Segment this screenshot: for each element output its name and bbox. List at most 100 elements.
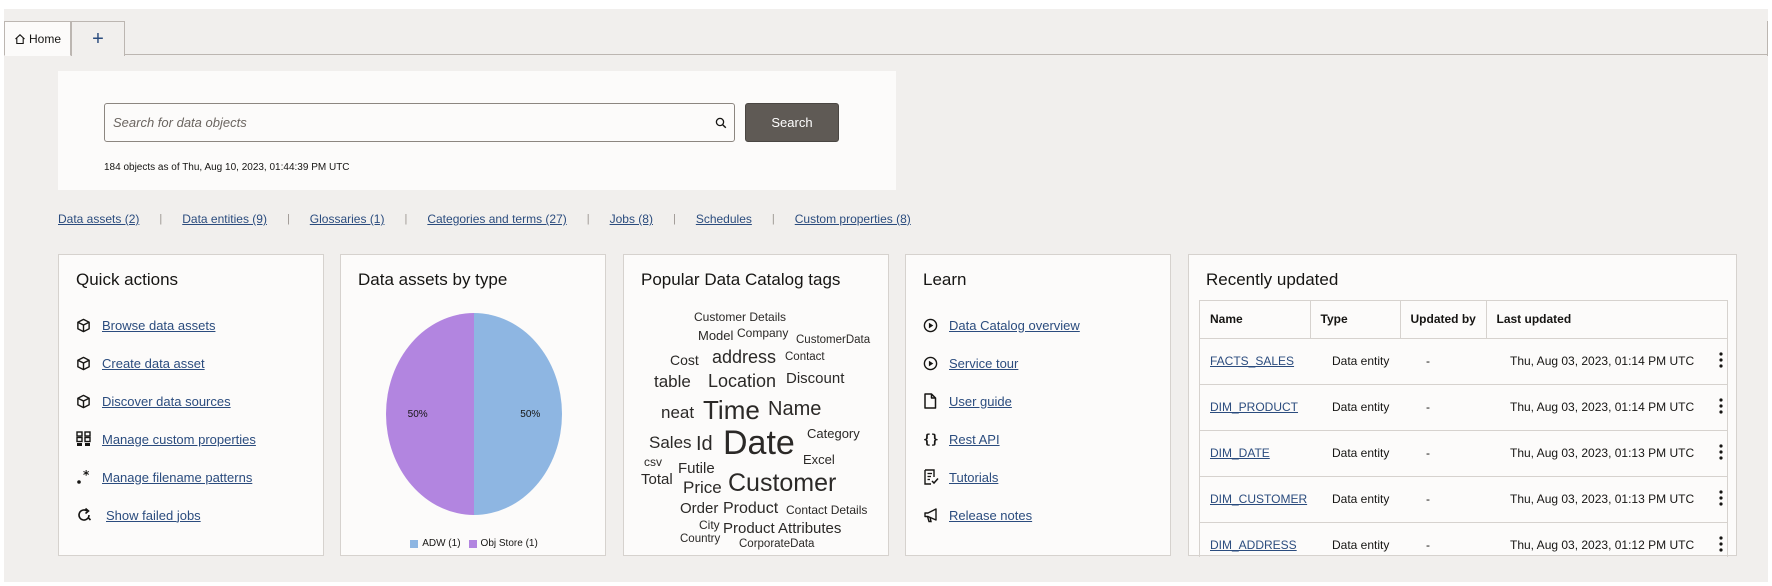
learn-item-rest-api[interactable]: {} Rest API (923, 420, 1080, 458)
more-options-icon[interactable] (1719, 351, 1723, 371)
tag[interactable]: Price (683, 479, 722, 496)
tab-home-label: Home (28, 31, 61, 46)
learn-item-service-tour[interactable]: Service tour (923, 344, 1080, 382)
table-row: DIM_CUSTOMER Data entity - Thu, Aug 03, … (1200, 476, 1727, 523)
tag[interactable]: Cost (670, 353, 699, 367)
entity-link[interactable]: DIM_ADDRESS (1210, 538, 1297, 552)
entity-link[interactable]: FACTS_SALES (1210, 354, 1294, 368)
data-catalog-overview-link[interactable]: Data Catalog overview (949, 318, 1080, 333)
quick-actions-card: Quick actions Browse data assets Create … (58, 254, 324, 556)
search-input[interactable] (105, 115, 708, 130)
tag[interactable]: Excel (803, 453, 835, 466)
link-separator: | (159, 213, 163, 225)
learn-item-tutorials[interactable]: Tutorials (923, 458, 1080, 496)
link-categories-and-terms[interactable]: Categories and terms (27) (427, 212, 566, 226)
tag[interactable]: Order (680, 501, 718, 516)
tutorials-link[interactable]: Tutorials (949, 470, 998, 485)
tag[interactable]: Id (696, 434, 713, 454)
manage-filename-patterns-link[interactable]: Manage filename patterns (102, 470, 252, 485)
column-header-updated-by[interactable]: Updated by (1400, 301, 1487, 339)
entity-link[interactable]: DIM_PRODUCT (1210, 400, 1298, 414)
legend-label-obj-store: Obj Store (1) (480, 538, 538, 549)
tag[interactable]: Date (723, 426, 795, 460)
release-notes-link[interactable]: Release notes (949, 508, 1032, 523)
more-options-icon[interactable] (1719, 443, 1723, 463)
link-glossaries[interactable]: Glossaries (1) (310, 212, 385, 226)
tag[interactable]: CorporateData (739, 538, 814, 551)
column-header-last-updated[interactable]: Last updated (1486, 301, 1727, 339)
more-options-icon[interactable] (1719, 397, 1723, 417)
entity-link[interactable]: DIM_CUSTOMER (1210, 492, 1307, 506)
action-create-data-asset[interactable]: Create data asset (76, 344, 256, 382)
tag[interactable]: Location (708, 372, 776, 390)
tag[interactable]: Contact (785, 351, 825, 364)
tab-home[interactable]: Home (4, 21, 71, 56)
legend-item-obj-store[interactable]: Obj Store (1) (468, 538, 538, 549)
link-data-entities[interactable]: Data entities (9) (182, 212, 267, 226)
column-header-name[interactable]: Name (1200, 301, 1311, 339)
tag[interactable]: neat (661, 404, 694, 421)
service-tour-link[interactable]: Service tour (949, 356, 1018, 371)
action-manage-custom-properties[interactable]: Manage custom properties (76, 420, 256, 458)
link-jobs[interactable]: Jobs (8) (610, 212, 653, 226)
action-manage-filename-patterns[interactable]: * Manage filename patterns (76, 458, 256, 496)
pie-slice-1[interactable] (386, 313, 474, 515)
tag[interactable]: Product (723, 501, 778, 517)
search-button[interactable]: Search (745, 103, 839, 142)
assets-by-type-title: Data assets by type (358, 270, 508, 289)
learn-item-release-notes[interactable]: Release notes (923, 496, 1080, 534)
tag[interactable]: Sales (649, 434, 692, 451)
tag[interactable]: Country (680, 533, 720, 546)
manage-custom-properties-link[interactable]: Manage custom properties (102, 432, 256, 447)
action-show-failed-jobs[interactable]: Show failed jobs (76, 496, 256, 534)
discover-data-sources-link[interactable]: Discover data sources (102, 394, 231, 409)
create-data-asset-link[interactable]: Create data asset (102, 356, 205, 371)
tag[interactable]: Product Attributes (723, 521, 841, 536)
row-last-updated-cell: Thu, Aug 03, 2023, 01:14 PM UTC (1486, 384, 1713, 431)
row-name-cell: DIM_DATE (1200, 430, 1310, 477)
column-header-type[interactable]: Type (1310, 301, 1401, 339)
action-discover-data-sources[interactable]: Discover data sources (76, 382, 256, 420)
browse-data-assets-link[interactable]: Browse data assets (102, 318, 215, 333)
tag[interactable]: Contact Details (786, 504, 867, 516)
cube-icon (76, 318, 102, 333)
row-menu-cell (1713, 522, 1727, 557)
tag[interactable]: CustomerData (796, 334, 870, 347)
row-name-cell: DIM_ADDRESS (1200, 522, 1310, 557)
play-circle-icon (923, 318, 949, 333)
user-guide-link[interactable]: User guide (949, 394, 1012, 409)
show-failed-jobs-link[interactable]: Show failed jobs (106, 508, 201, 523)
link-data-assets[interactable]: Data assets (2) (58, 212, 139, 226)
entity-link[interactable]: DIM_DATE (1210, 446, 1270, 460)
tag[interactable]: Name (768, 399, 821, 419)
pie-slice-0[interactable] (474, 313, 562, 515)
learn-item-user-guide[interactable]: User guide (923, 382, 1080, 420)
tag[interactable]: Time (703, 397, 760, 423)
learn-item-overview[interactable]: Data Catalog overview (923, 306, 1080, 344)
tag[interactable]: table (654, 373, 691, 390)
tag[interactable]: csv (644, 456, 662, 468)
more-options-icon[interactable] (1719, 489, 1723, 509)
quick-actions-title: Quick actions (76, 270, 179, 289)
link-schedules[interactable]: Schedules (696, 212, 752, 226)
tag[interactable]: Company (737, 327, 788, 339)
search-icon[interactable] (708, 117, 734, 129)
tag[interactable]: Category (807, 427, 860, 440)
link-custom-properties[interactable]: Custom properties (8) (795, 212, 911, 226)
more-options-icon[interactable] (1719, 535, 1723, 555)
tag[interactable]: City (699, 519, 720, 531)
tag[interactable]: address (712, 348, 776, 366)
action-browse-data-assets[interactable]: Browse data assets (76, 306, 256, 344)
tag[interactable]: Futile (678, 461, 715, 476)
add-tab-button[interactable]: + (71, 21, 125, 56)
tag[interactable]: Total (641, 472, 673, 487)
row-updated-by-cell: - (1400, 476, 1486, 523)
tag[interactable]: Customer Details (694, 311, 786, 323)
tag[interactable]: Customer (728, 471, 836, 496)
rest-api-link[interactable]: Rest API (949, 432, 1000, 447)
grid-icon (76, 431, 102, 447)
tag[interactable]: Discount (786, 371, 844, 386)
legend-swatch-adw (410, 539, 419, 548)
tag[interactable]: Model (698, 329, 733, 342)
legend-item-adw[interactable]: ADW (1) (410, 538, 461, 549)
